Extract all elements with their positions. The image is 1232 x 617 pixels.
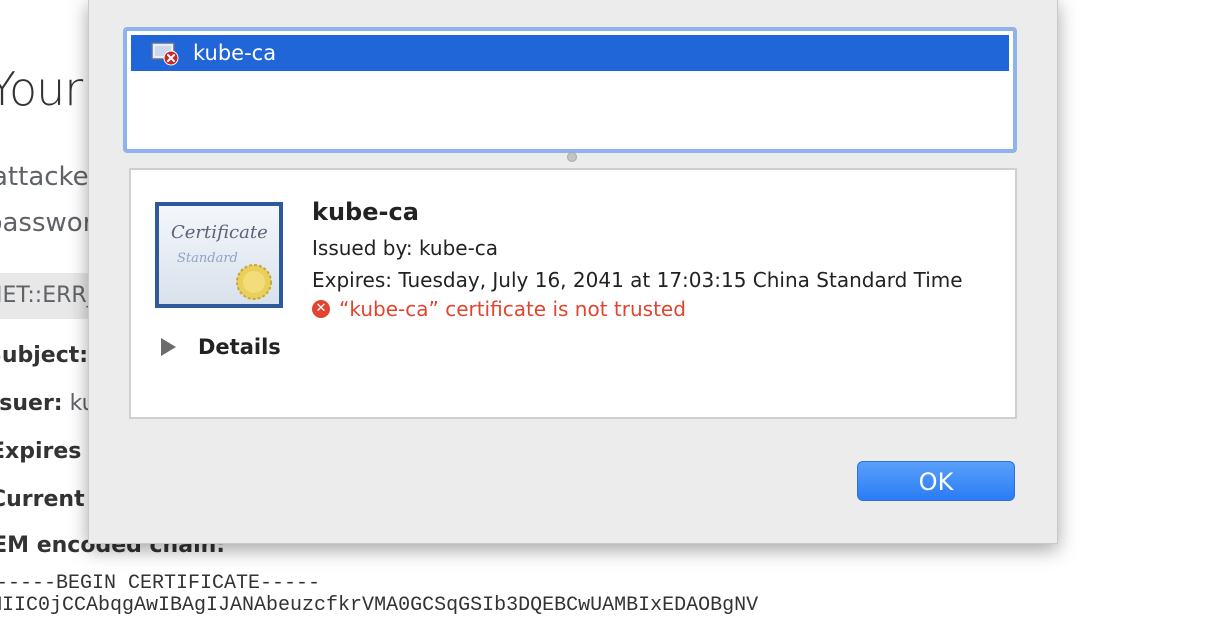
- certificate-name: kube-ca: [312, 198, 419, 226]
- certificate-trust-error: ✕ “kube-ca” certificate is not trusted: [312, 297, 686, 321]
- certificate-detail-panel: Certificate Standard kube-ca Issued by: …: [129, 168, 1017, 419]
- details-label: Details: [198, 335, 281, 359]
- certificate-issued-by: Issued by: kube-ca: [312, 236, 499, 260]
- split-view-handle[interactable]: [567, 152, 577, 162]
- certificate-dialog: kube-ca Certificate Standard kube-ca Iss…: [88, 0, 1058, 544]
- certificate-trust-error-text: “kube-ca” certificate is not trusted: [339, 297, 686, 321]
- certificate-list-item-kube-ca[interactable]: kube-ca: [131, 35, 1009, 71]
- certificate-list-item-label: kube-ca: [193, 41, 277, 65]
- error-icon: ✕: [312, 300, 330, 318]
- pem-line-1: -----BEGIN CERTIFICATE-----: [0, 572, 321, 595]
- certificate-standard-icon: Certificate Standard: [155, 202, 283, 308]
- svg-text:Standard: Standard: [177, 251, 238, 266]
- certificate-expires: Expires: Tuesday, July 16, 2041 at 17:03…: [312, 268, 963, 292]
- disclosure-triangle-icon[interactable]: [161, 338, 176, 356]
- ok-button[interactable]: OK: [857, 461, 1015, 501]
- certificate-untrusted-icon: [151, 40, 181, 66]
- certificate-list[interactable]: kube-ca: [123, 27, 1017, 153]
- details-disclosure[interactable]: Details: [161, 335, 281, 359]
- svg-text:Certificate: Certificate: [171, 222, 268, 243]
